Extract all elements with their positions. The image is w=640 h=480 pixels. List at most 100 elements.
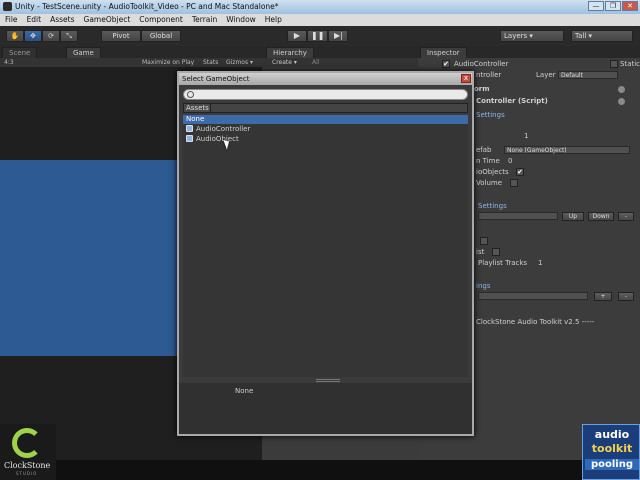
stats-toggle[interactable]: Stats bbox=[203, 58, 218, 67]
layers-dropdown[interactable]: Layers ▾ bbox=[500, 30, 564, 42]
dialog-search-box bbox=[183, 89, 468, 100]
dialog-search-input[interactable] bbox=[197, 90, 457, 99]
down-button[interactable]: Down bbox=[588, 212, 614, 221]
tab-game[interactable]: Game bbox=[66, 47, 101, 58]
menu-bar: File Edit Assets GameObject Component Te… bbox=[0, 14, 640, 26]
rotate-tool-icon[interactable]: ⟳ bbox=[42, 30, 60, 42]
menu-file[interactable]: File bbox=[5, 14, 18, 26]
pivot-toggles: Pivot Global bbox=[101, 30, 181, 42]
step-button[interactable]: ▶| bbox=[328, 30, 349, 42]
window-title-bar: Unity - TestScene.unity - AudioToolkit_V… bbox=[0, 0, 640, 14]
menu-terrain[interactable]: Terrain bbox=[192, 14, 217, 26]
clockstone-sub: STUDIO bbox=[16, 471, 38, 476]
time-value[interactable]: 0 bbox=[508, 157, 512, 165]
objects-label: ioObjects bbox=[476, 168, 509, 176]
global-button[interactable]: Global bbox=[141, 30, 181, 42]
tab-inspector[interactable]: Inspector bbox=[420, 47, 467, 58]
menu-assets[interactable]: Assets bbox=[50, 14, 74, 26]
preview-splitter-handle[interactable] bbox=[316, 379, 340, 382]
layers-group: Layers ▾ bbox=[500, 30, 564, 42]
remove-category-button[interactable]: - bbox=[618, 212, 634, 221]
add-item-button[interactable]: + bbox=[594, 292, 612, 301]
item-dropdown[interactable] bbox=[478, 292, 588, 300]
layer-dropdown[interactable]: Default bbox=[558, 71, 618, 79]
layout-dropdown[interactable]: Tall ▾ bbox=[571, 30, 633, 42]
select-gameobject-dialog: Select GameObject x Assets None AudioCon… bbox=[177, 71, 474, 436]
minimize-button[interactable]: — bbox=[588, 1, 604, 11]
play-button[interactable]: ▶ bbox=[287, 30, 307, 42]
gizmos-dropdown[interactable]: Gizmos ▾ bbox=[226, 58, 253, 67]
active-checkbox[interactable]: ✔ bbox=[442, 60, 450, 68]
tab-hierarchy[interactable]: Hierarchy bbox=[266, 47, 314, 58]
main-toolbar: ✋ ✥ ⟳ ⤡ Pivot Global ▶ ❚❚ ▶| Layers ▾ Ta… bbox=[0, 26, 640, 46]
playlist-label: Playlist Tracks bbox=[478, 259, 528, 267]
clockstone-name: ClockStone bbox=[4, 461, 51, 470]
game-view-toolbar: 4:3 Maximize on Play Stats Gizmos ▾ bbox=[0, 58, 262, 67]
static-checkbox[interactable] bbox=[610, 60, 618, 68]
status-bar bbox=[0, 460, 640, 480]
transform-header[interactable]: orm bbox=[474, 85, 490, 93]
settings2-header[interactable]: Settings bbox=[478, 202, 507, 210]
settings-header[interactable]: Settings bbox=[476, 111, 505, 119]
menu-help[interactable]: Help bbox=[265, 14, 282, 26]
menu-component[interactable]: Component bbox=[139, 14, 183, 26]
assets-filter-tab[interactable]: Assets bbox=[183, 103, 211, 113]
loop-checkbox[interactable] bbox=[480, 237, 488, 245]
dialog-title[interactable]: Select GameObject bbox=[179, 73, 472, 85]
pause-button[interactable]: ❚❚ bbox=[307, 30, 329, 42]
remove-item-button[interactable]: - bbox=[618, 292, 634, 301]
layer-label: Layer bbox=[536, 71, 556, 79]
layers-label: Layers bbox=[504, 32, 528, 40]
scale-tool-icon[interactable]: ⤡ bbox=[60, 30, 78, 42]
volume-value[interactable]: 1 bbox=[524, 132, 528, 140]
playlist-value[interactable]: 1 bbox=[538, 259, 542, 267]
category-dropdown[interactable] bbox=[478, 212, 558, 220]
list-item-audiocontroller[interactable]: AudioController bbox=[183, 125, 468, 134]
dialog-close-button[interactable]: x bbox=[461, 74, 471, 83]
pivot-button[interactable]: Pivot bbox=[101, 30, 141, 42]
menu-gameobject[interactable]: GameObject bbox=[84, 14, 131, 26]
maximize-button[interactable]: ❐ bbox=[605, 1, 621, 11]
object-name[interactable]: AudioController bbox=[454, 60, 508, 68]
toolkit-version-footer: ClockStone Audio Toolkit v2.5 ----- bbox=[476, 318, 595, 326]
scene-tab-strip: Scene Game bbox=[0, 46, 262, 58]
move-tool-icon[interactable]: ✥ bbox=[24, 30, 42, 42]
maximize-on-play-toggle[interactable]: Maximize on Play bbox=[142, 58, 194, 67]
ist-checkbox[interactable] bbox=[492, 248, 500, 256]
clockstone-logo: ClockStone STUDIO bbox=[0, 424, 56, 480]
script-header[interactable]: Controller (Script) bbox=[476, 97, 548, 105]
volume-checkbox[interactable] bbox=[510, 179, 518, 187]
close-window-button[interactable]: ✕ bbox=[622, 1, 638, 11]
create-dropdown[interactable]: Create ▾ bbox=[272, 58, 297, 67]
script-gear-icon[interactable] bbox=[618, 98, 625, 105]
list-item-label: None bbox=[186, 115, 205, 123]
logo-line-audio: audio bbox=[594, 428, 630, 441]
unity-app-icon bbox=[3, 2, 12, 11]
window-controls: — ❐ ✕ bbox=[588, 1, 638, 11]
menu-window[interactable]: Window bbox=[226, 14, 256, 26]
logo-line-pooling: pooling bbox=[585, 459, 639, 470]
search-icon bbox=[187, 91, 194, 98]
static-label: Static bbox=[620, 60, 640, 68]
prefab-field[interactable]: None (GameObject) bbox=[504, 146, 630, 154]
audio-toolkit-logo: audio toolkit pooling bbox=[582, 424, 640, 480]
gear-icon[interactable] bbox=[618, 86, 625, 93]
layout-label: Tall bbox=[575, 32, 587, 40]
objects-checkbox[interactable]: ✔ bbox=[516, 168, 524, 176]
tab-scene[interactable]: Scene bbox=[2, 47, 38, 58]
aspect-dropdown[interactable]: 4:3 bbox=[4, 58, 14, 67]
up-button[interactable]: Up bbox=[562, 212, 584, 221]
hierarchy-search[interactable]: All bbox=[312, 58, 319, 67]
rings-header[interactable]: ings bbox=[476, 282, 490, 290]
layout-group: Tall ▾ bbox=[571, 30, 633, 42]
preview-text: None bbox=[235, 387, 254, 395]
time-label: n Time bbox=[476, 157, 500, 165]
hierarchy-tab-strip: Hierarchy bbox=[262, 46, 418, 58]
list-item-none[interactable]: None bbox=[183, 115, 468, 124]
hand-tool-icon[interactable]: ✋ bbox=[6, 30, 24, 42]
dialog-preview-pane: None bbox=[179, 383, 472, 434]
menu-edit[interactable]: Edit bbox=[27, 14, 42, 26]
list-item-label: AudioObject bbox=[196, 135, 239, 143]
hierarchy-toolbar: Create ▾ All bbox=[262, 58, 418, 67]
list-item-label: AudioController bbox=[196, 125, 251, 133]
